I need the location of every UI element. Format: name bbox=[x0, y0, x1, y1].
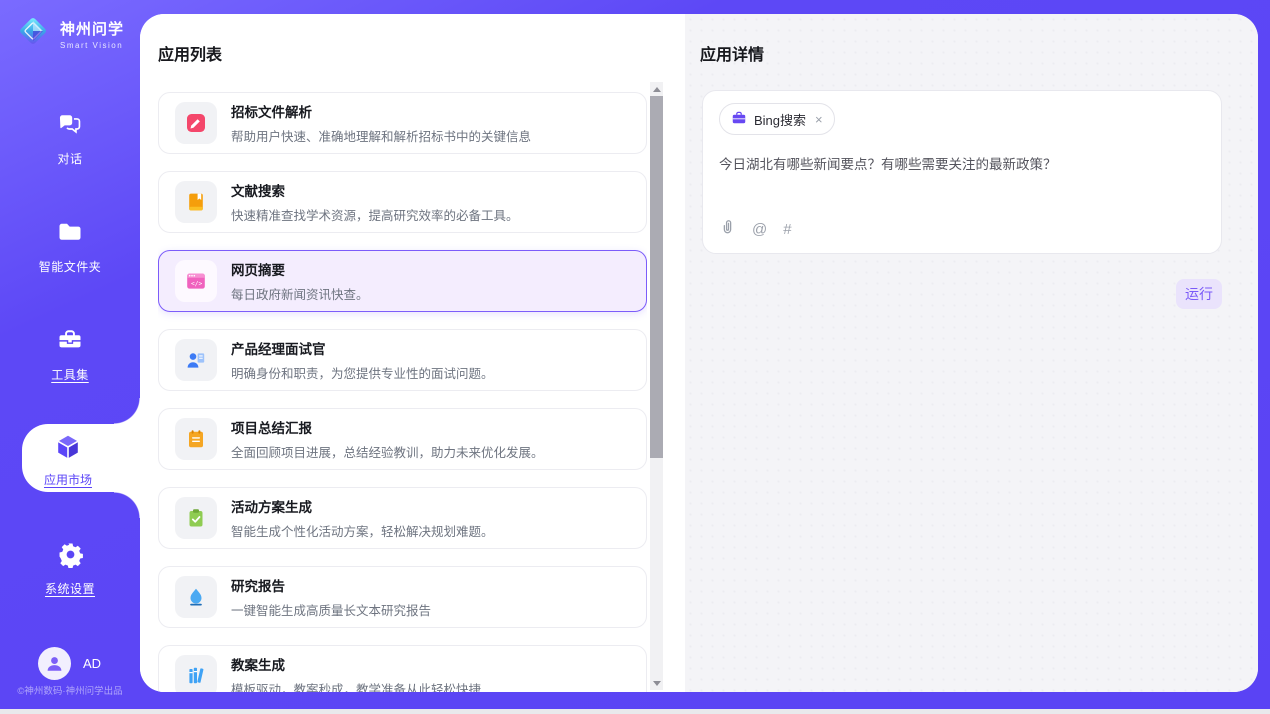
app-card-research-report[interactable]: 研究报告 一键智能生成高质量长文本研究报告 bbox=[158, 566, 647, 628]
toolbox-icon bbox=[56, 326, 84, 359]
sidebar-footer: ©神州数码·神州问学出品 bbox=[0, 683, 140, 697]
app-title: 活动方案生成 bbox=[231, 496, 494, 516]
svg-text:</>: </> bbox=[191, 281, 202, 288]
app-card-bid-analysis[interactable]: 招标文件解析 帮助用户快速、准确地理解和解析招标书中的关键信息 bbox=[158, 92, 647, 154]
app-desc: 帮助用户快速、准确地理解和解析招标书中的关键信息 bbox=[231, 126, 531, 145]
app-desc: 智能生成个性化活动方案，轻松解决规划难题。 bbox=[231, 521, 494, 540]
sidebar-item-smart-folder[interactable]: 智能文件夹 bbox=[0, 218, 140, 275]
app-title: 文献搜索 bbox=[231, 180, 519, 200]
notepad-icon bbox=[175, 418, 217, 460]
sidebar-item-label: 工具集 bbox=[51, 366, 89, 383]
bottom-strip bbox=[0, 709, 1270, 714]
sidebar-item-chat[interactable]: 对话 bbox=[0, 110, 140, 167]
app-list: 招标文件解析 帮助用户快速、准确地理解和解析招标书中的关键信息 文献搜索 bbox=[158, 92, 647, 692]
user-profile[interactable]: AD bbox=[38, 647, 101, 680]
app-title: 教案生成 bbox=[231, 654, 481, 674]
sidebar-item-app-market[interactable]: 应用市场 bbox=[22, 424, 140, 492]
scrollbar-up-arrow-icon[interactable] bbox=[650, 82, 663, 96]
sidebar-item-settings[interactable]: 系统设置 bbox=[0, 541, 140, 597]
avatar bbox=[38, 647, 71, 680]
sidebar-item-label: 对话 bbox=[57, 150, 82, 167]
ink-report-icon bbox=[175, 576, 217, 618]
scrollbar[interactable] bbox=[650, 82, 663, 690]
chat-icon bbox=[56, 110, 84, 143]
tool-chip-label: Bing搜索 bbox=[754, 110, 806, 129]
briefcase-icon bbox=[731, 110, 747, 129]
hash-icon[interactable]: # bbox=[783, 222, 791, 237]
app-title: 网页摘要 bbox=[231, 259, 369, 279]
app-list-title: 应用列表 bbox=[158, 41, 685, 65]
app-list-section: 应用列表 招标文件解析 帮助用户快速、准确地理解和解析招标书中的关键信息 bbox=[140, 14, 685, 692]
mention-icon[interactable]: @ bbox=[752, 222, 767, 237]
app-window: 神州问学 Smart Vision 对话 智能文件夹 bbox=[0, 0, 1270, 714]
cube-icon bbox=[53, 432, 83, 467]
brand-logo: 神州问学 Smart Vision bbox=[14, 12, 124, 55]
app-detail-card: Bing搜索 × 今日湖北有哪些新闻要点？有哪些需要关注的最新政策？ @ # bbox=[702, 90, 1222, 254]
app-card-event-plan[interactable]: 活动方案生成 智能生成个性化活动方案，轻松解决规划难题。 bbox=[158, 487, 647, 549]
app-title: 招标文件解析 bbox=[231, 101, 531, 121]
scrollbar-thumb[interactable] bbox=[650, 96, 663, 458]
app-card-literature-search[interactable]: 文献搜索 快速精准查找学术资源，提高研究效率的必备工具。 bbox=[158, 171, 647, 233]
app-card-web-summary[interactable]: </> 网页摘要 每日政府新闻资讯快查。 bbox=[158, 250, 647, 312]
app-title: 研究报告 bbox=[231, 575, 431, 595]
scrollbar-down-arrow-icon[interactable] bbox=[650, 676, 663, 690]
app-desc: 一键智能生成高质量长文本研究报告 bbox=[231, 600, 431, 619]
app-card-lesson-plan[interactable]: 教案生成 模板驱动，教案秒成，教学准备从此轻松快捷 bbox=[158, 645, 647, 692]
clipboard-check-icon bbox=[175, 497, 217, 539]
app-detail-title: 应用详情 bbox=[700, 41, 1258, 65]
interviewer-icon bbox=[175, 339, 217, 381]
app-desc: 每日政府新闻资讯快查。 bbox=[231, 284, 369, 303]
query-text: 今日湖北有哪些新闻要点？有哪些需要关注的最新政策？ bbox=[719, 153, 1205, 173]
edit-pen-icon bbox=[175, 102, 217, 144]
app-desc: 快速精准查找学术资源，提高研究效率的必备工具。 bbox=[231, 205, 519, 224]
books-icon bbox=[175, 655, 217, 692]
app-title: 项目总结汇报 bbox=[231, 417, 544, 437]
app-detail-section: 应用详情 Bing搜索 × 今日湖北有哪些新闻要点？有哪些需要关注的最新政策？ bbox=[685, 14, 1258, 692]
gear-icon bbox=[57, 541, 84, 573]
brand-subtitle: Smart Vision bbox=[60, 41, 124, 50]
tool-chip-bing-search[interactable]: Bing搜索 × bbox=[719, 103, 835, 135]
browser-code-icon: </> bbox=[175, 260, 217, 302]
sidebar-item-label: 应用市场 bbox=[44, 471, 92, 488]
folder-icon bbox=[56, 218, 84, 251]
sidebar-item-label: 系统设置 bbox=[45, 580, 95, 597]
input-toolbar: @ # bbox=[719, 218, 1205, 240]
sidebar-item-label: 智能文件夹 bbox=[39, 258, 102, 275]
sidebar-item-toolset[interactable]: 工具集 bbox=[0, 326, 140, 383]
app-card-pm-interviewer[interactable]: 产品经理面试官 明确身份和职责，为您提供专业性的面试问题。 bbox=[158, 329, 647, 391]
app-desc: 明确身份和职责，为您提供专业性的面试问题。 bbox=[231, 363, 494, 382]
brand-diamond-icon bbox=[14, 12, 52, 55]
app-desc: 全面回顾项目进展，总结经验教训，助力未来优化发展。 bbox=[231, 442, 544, 461]
app-desc: 模板驱动，教案秒成，教学准备从此轻松快捷 bbox=[231, 679, 481, 692]
user-name: AD bbox=[83, 656, 101, 671]
app-card-project-summary[interactable]: 项目总结汇报 全面回顾项目进展，总结经验教训，助力未来优化发展。 bbox=[158, 408, 647, 470]
content-panel: 应用列表 招标文件解析 帮助用户快速、准确地理解和解析招标书中的关键信息 bbox=[140, 14, 1258, 692]
close-icon[interactable]: × bbox=[815, 112, 823, 127]
attachment-icon[interactable] bbox=[719, 218, 736, 240]
app-title: 产品经理面试官 bbox=[231, 338, 494, 358]
brand-name: 神州问学 bbox=[60, 18, 124, 39]
run-button[interactable]: 运行 bbox=[1176, 279, 1222, 309]
sidebar: 神州问学 Smart Vision 对话 智能文件夹 bbox=[0, 0, 140, 714]
book-icon bbox=[175, 181, 217, 223]
